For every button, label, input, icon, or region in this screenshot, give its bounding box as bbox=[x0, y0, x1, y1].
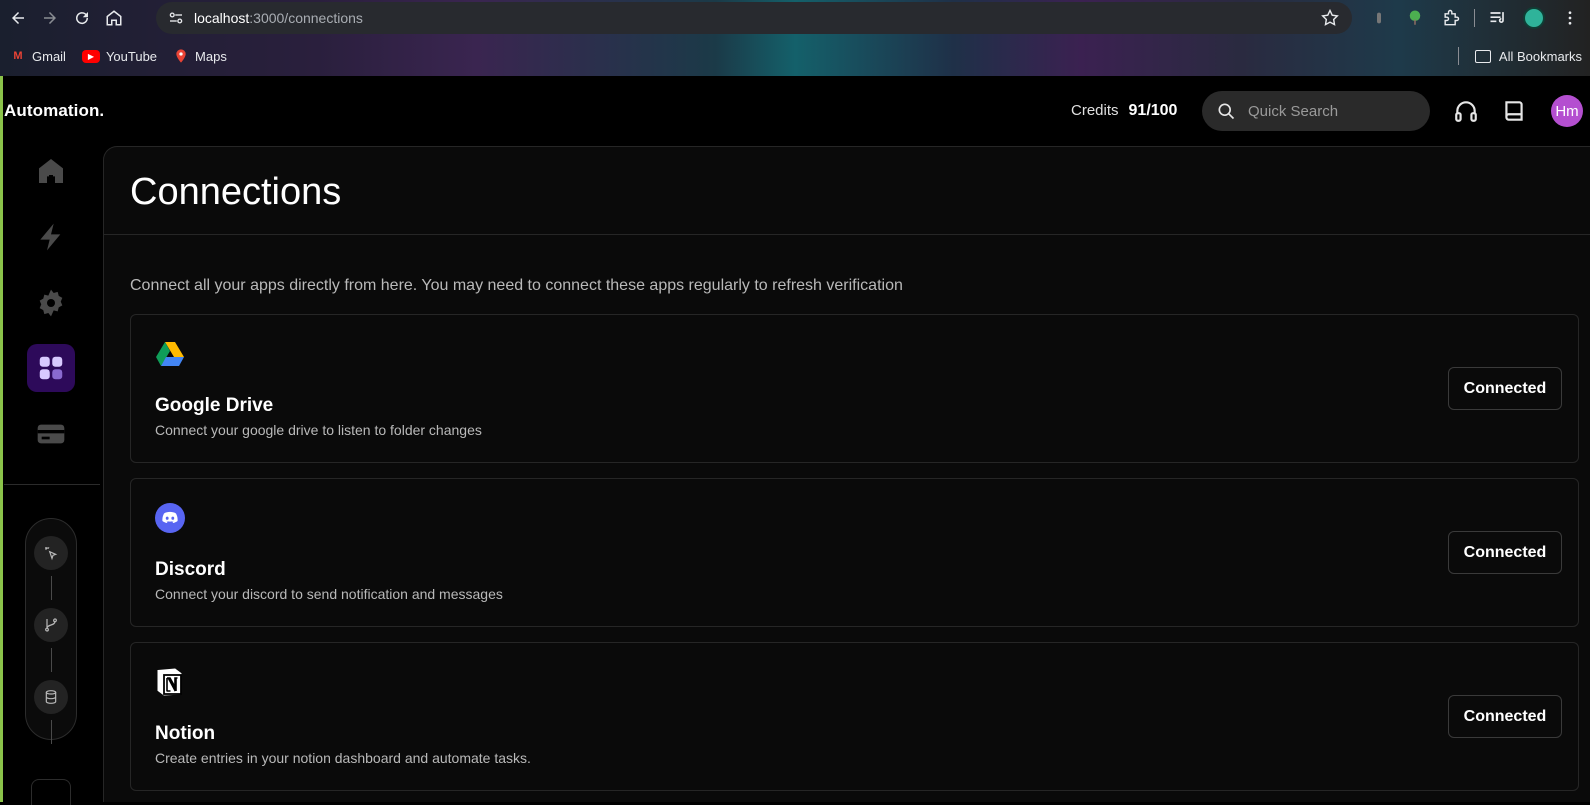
sidebar-item-connections[interactable] bbox=[27, 344, 75, 392]
credits-value: 91/100 bbox=[1128, 102, 1178, 119]
home-icon bbox=[106, 10, 122, 26]
toolbar-separator bbox=[1474, 9, 1475, 27]
connection-name: Google Drive bbox=[155, 395, 274, 416]
main-content: Connections Connect all your apps direct… bbox=[103, 146, 1590, 802]
credits-label: Credits bbox=[1071, 102, 1119, 119]
site-info-icon[interactable] bbox=[164, 6, 188, 30]
workflow-steps-rail bbox=[25, 518, 77, 744]
lightning-icon bbox=[40, 223, 61, 251]
connection-description: Connect your google drive to listen to f… bbox=[155, 422, 482, 438]
extensions-puzzle-icon[interactable] bbox=[1438, 5, 1464, 31]
credits-display: Credits 91/100 bbox=[1071, 102, 1177, 120]
connection-card-google-drive: Google Drive Connect your google drive t… bbox=[130, 314, 1579, 463]
window-accent-edge bbox=[0, 76, 3, 802]
extensions-area bbox=[1366, 4, 1583, 32]
git-branch-icon bbox=[45, 618, 57, 632]
notion-icon bbox=[157, 668, 182, 696]
back-arrow-icon bbox=[12, 12, 24, 24]
search-icon bbox=[1218, 103, 1235, 120]
book-icon[interactable] bbox=[1501, 98, 1527, 124]
bookmark-maps[interactable]: Maps bbox=[173, 48, 227, 64]
connected-button[interactable]: Connected bbox=[1448, 367, 1562, 410]
title-divider bbox=[104, 234, 1590, 235]
google-drive-icon bbox=[156, 342, 184, 366]
bookmark-label: YouTube bbox=[105, 48, 158, 64]
all-bookmarks[interactable]: All Bookmarks bbox=[1457, 40, 1582, 72]
sidebar-divider bbox=[4, 484, 100, 485]
reload-button[interactable] bbox=[68, 4, 96, 32]
connected-button[interactable]: Connected bbox=[1448, 695, 1562, 738]
rail-connector bbox=[51, 576, 52, 600]
forward-arrow-icon bbox=[44, 12, 56, 24]
address-bar[interactable]: localhost:3000/connections bbox=[156, 2, 1352, 34]
gear-icon bbox=[39, 289, 63, 317]
sidebar-item-workflows[interactable] bbox=[27, 213, 75, 261]
forward-button[interactable] bbox=[36, 4, 64, 32]
home-icon bbox=[39, 159, 63, 183]
connection-description: Create entries in your notion dashboard … bbox=[155, 750, 531, 766]
connection-card-notion: Notion Create entries in your notion das… bbox=[130, 642, 1579, 791]
media-queue-icon[interactable] bbox=[1485, 5, 1511, 31]
discord-icon bbox=[155, 503, 185, 533]
rail-connector bbox=[51, 648, 52, 672]
sidebar-item-settings[interactable] bbox=[27, 279, 75, 327]
maps-icon bbox=[173, 48, 189, 64]
app-root: Automation. Credits 91/100 Hm bbox=[0, 76, 1590, 805]
bookmark-gmail[interactable]: M Gmail bbox=[10, 48, 66, 64]
back-button[interactable] bbox=[4, 4, 32, 32]
bookmark-youtube[interactable]: ▶ YouTube bbox=[81, 48, 158, 64]
page-intro: Connect all your apps directly from here… bbox=[130, 277, 903, 294]
search-input[interactable] bbox=[1248, 102, 1418, 120]
connection-card-discord: Discord Connect your discord to send not… bbox=[130, 478, 1579, 627]
youtube-icon: ▶ bbox=[81, 49, 100, 63]
reload-icon bbox=[76, 12, 89, 25]
browser-toolbar: localhost:3000/connections bbox=[0, 0, 1590, 36]
folder-icon bbox=[1474, 49, 1491, 63]
browser-chrome: localhost:3000/connections M Gmail ▶ You… bbox=[0, 0, 1590, 76]
gmail-icon: M bbox=[13, 50, 23, 62]
connected-button[interactable]: Connected bbox=[1448, 531, 1562, 574]
brand-logo[interactable]: Automation. bbox=[4, 101, 104, 121]
home-button[interactable] bbox=[100, 4, 128, 32]
page-title: Connections bbox=[130, 171, 342, 213]
sidebar-item-home[interactable] bbox=[27, 147, 75, 195]
bookmark-star-icon[interactable] bbox=[1320, 8, 1340, 28]
bookmark-label: Gmail bbox=[32, 48, 66, 64]
extension-tree-icon[interactable] bbox=[1402, 5, 1428, 31]
browser-menu-icon[interactable] bbox=[1557, 5, 1583, 31]
user-avatar[interactable]: Hm bbox=[1551, 95, 1583, 127]
headphones-icon[interactable] bbox=[1453, 98, 1479, 124]
sidebar-item-billing[interactable] bbox=[27, 410, 75, 458]
connection-name: Discord bbox=[155, 559, 226, 580]
apps-grid-icon bbox=[39, 356, 63, 380]
quick-search[interactable] bbox=[1202, 91, 1430, 131]
profile-icon[interactable] bbox=[1521, 5, 1547, 31]
connection-description: Connect your discord to send notificatio… bbox=[155, 586, 503, 602]
bookmarks-bar: M Gmail ▶ YouTube Maps All Bookmarks bbox=[0, 40, 1590, 72]
credit-card-icon bbox=[37, 424, 65, 444]
rail-connector bbox=[51, 720, 52, 744]
cursor-click-icon bbox=[44, 546, 58, 561]
url-text: localhost:3000/connections bbox=[194, 10, 363, 26]
bookmarks-separator bbox=[1457, 47, 1459, 65]
connection-name: Notion bbox=[155, 723, 216, 744]
all-bookmarks-label: All Bookmarks bbox=[1498, 48, 1582, 64]
sidebar-mode-toggle[interactable] bbox=[31, 779, 71, 805]
database-icon bbox=[45, 690, 57, 704]
rail-branch-button[interactable] bbox=[34, 608, 68, 642]
rail-database-button[interactable] bbox=[34, 680, 68, 714]
rail-trigger-button[interactable] bbox=[34, 536, 68, 570]
extension-bottle-icon[interactable] bbox=[1366, 5, 1392, 31]
bookmark-label: Maps bbox=[195, 48, 227, 64]
